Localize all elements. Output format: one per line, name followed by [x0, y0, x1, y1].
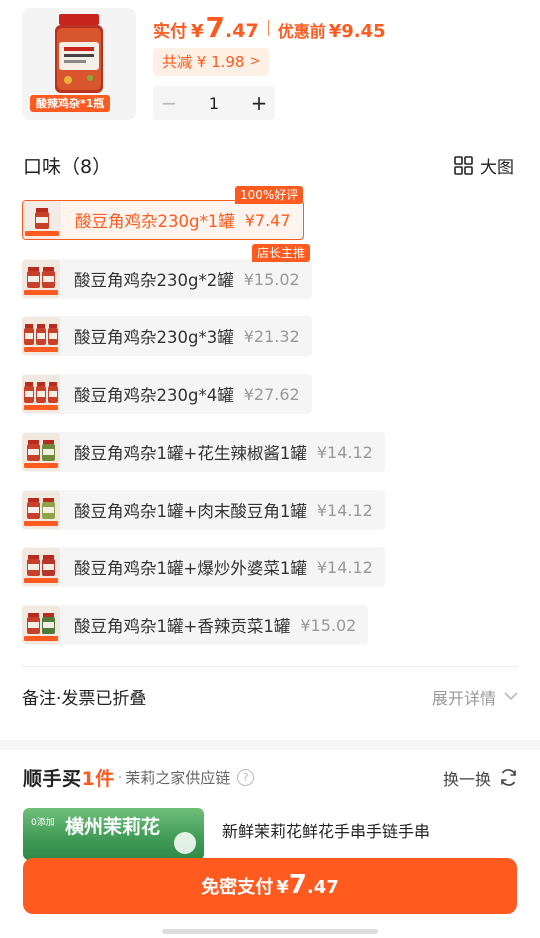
recommend-thumb-title: 横州茉莉花: [65, 816, 161, 838]
flavor-option-label: 酸豆角鸡杂230g*3罐: [74, 328, 234, 347]
product-summary: 酸辣鸡杂*1瓶 实付 ¥ 7 .47 优惠前 ¥9.45 共减 ¥ 1.98 >…: [0, 0, 540, 140]
recommend-thumb-sub: 0添加: [31, 818, 55, 828]
flavor-option-thumbnail: [22, 260, 60, 298]
jar-image-icon: [24, 498, 58, 526]
pay-button-currency: ¥: [276, 877, 289, 898]
flavor-option[interactable]: 酸豆角鸡杂230g*4罐 ¥27.62: [22, 374, 312, 414]
flavor-option-price: ¥14.12: [316, 500, 373, 520]
jar-image-icon: [24, 440, 58, 468]
flavor-option-price: ¥21.32: [243, 326, 300, 346]
pay-amount-int: 7: [205, 11, 226, 44]
flavor-option-price: ¥15.02: [243, 269, 300, 289]
pay-button-label: 免密支付: [201, 877, 274, 898]
flavor-option[interactable]: 酸豆角鸡杂230g*3罐 ¥21.32: [22, 316, 312, 356]
pay-button-amount-dec: .47: [306, 877, 339, 898]
jar-image-icon: [24, 555, 58, 583]
flavor-option-label: 酸豆角鸡杂1罐+花生辣椒酱1罐: [74, 444, 307, 463]
refresh-button[interactable]: 换一换: [443, 766, 518, 790]
pay-button-amount-int: 7: [288, 870, 307, 900]
flavor-option-badge: 店长主推: [252, 244, 311, 262]
flavor-option-label: 酸豆角鸡杂230g*2罐: [74, 271, 234, 290]
jar-image-icon: [24, 613, 58, 641]
help-icon[interactable]: ?: [237, 769, 255, 786]
flavor-option-thumbnail: [22, 491, 60, 529]
quantity-stepper: − 1 +: [153, 86, 275, 120]
pay-currency: ¥: [191, 21, 204, 42]
jar-image-icon: [24, 267, 58, 295]
recommend-header: 顺手买1件 · 茉莉之家供应链 ? 换一换: [23, 764, 518, 791]
divider: [22, 666, 518, 667]
price-divider: [267, 20, 269, 36]
flavor-option-price: ¥15.02: [300, 615, 357, 635]
price-row: 实付 ¥ 7 .47 优惠前 ¥9.45: [153, 11, 386, 44]
discount-text: 共减 ¥ 1.98: [162, 53, 245, 71]
flavor-option-price: ¥7.47: [244, 210, 291, 230]
expand-details-button[interactable]: 展开详情: [432, 685, 518, 709]
big-view-toggle[interactable]: 大图: [454, 153, 514, 178]
flavor-option[interactable]: 酸豆角鸡杂1罐+花生辣椒酱1罐 ¥14.12: [22, 432, 385, 472]
refresh-label: 换一换: [442, 769, 491, 789]
recommend-shop-name[interactable]: 茉莉之家供应链: [125, 767, 230, 788]
flavor-option-thumbnail: [22, 375, 60, 413]
decrease-quantity-button[interactable]: −: [153, 86, 185, 120]
pay-amount-dec: .47: [225, 20, 259, 42]
original-price-value: ¥9.45: [328, 21, 386, 42]
product-thumb-tag: 酸辣鸡杂*1瓶: [30, 95, 111, 112]
big-view-label: 大图: [480, 158, 514, 178]
grid-icon: [454, 156, 473, 175]
recommend-item-title[interactable]: 新鲜茉莉花鲜花手串手链手串: [222, 818, 430, 842]
flavor-section-title: 口味（8）: [23, 156, 112, 178]
flavor-option-price: ¥14.12: [316, 557, 373, 577]
flavor-option[interactable]: 酸豆角鸡杂230g*2罐 ¥15.02 店长主推: [22, 244, 312, 299]
flavor-option-price: ¥14.12: [316, 442, 373, 462]
flavor-option-label: 酸豆角鸡杂1罐+香辣贡菜1罐: [74, 617, 291, 636]
flavor-option-thumbnail: [22, 548, 60, 586]
flavor-option-label: 酸豆角鸡杂1罐+爆炒外婆菜1罐: [74, 559, 307, 578]
flavor-option-thumbnail: [22, 433, 60, 471]
flavor-option-label: 酸豆角鸡杂230g*4罐: [74, 386, 234, 405]
jar-image-icon: [25, 208, 59, 236]
original-price-label: 优惠前: [277, 22, 326, 41]
flavor-option[interactable]: 酸豆角鸡杂1罐+肉末酸豆角1罐 ¥14.12: [22, 490, 385, 530]
flower-icon: [174, 832, 196, 854]
recommend-brand-b: 1件: [81, 768, 115, 790]
flavor-option[interactable]: 酸豆角鸡杂1罐+香辣贡菜1罐 ¥15.02: [22, 605, 369, 645]
separator-dot: ·: [117, 769, 123, 786]
discount-detail-button[interactable]: 共减 ¥ 1.98 >: [153, 48, 270, 76]
product-thumbnail[interactable]: 酸辣鸡杂*1瓶: [22, 8, 136, 120]
flavor-option-label: 酸豆角鸡杂230g*1罐: [75, 212, 235, 231]
recommend-item-thumbnail[interactable]: 0添加 横州茉莉花: [23, 808, 204, 860]
refresh-icon: [501, 769, 516, 786]
flavor-option[interactable]: 酸豆角鸡杂230g*1罐 ¥7.47 100%好评: [22, 186, 304, 240]
recommend-brand: 顺手买1件: [23, 764, 115, 791]
quantity-value[interactable]: 1: [185, 94, 243, 113]
flavor-option-thumbnail: [22, 317, 60, 355]
home-indicator[interactable]: [162, 929, 378, 934]
chevron-down-icon: [504, 692, 518, 701]
password-free-pay-button[interactable]: 免密支付 ¥ 7 .47: [23, 858, 517, 914]
increase-quantity-button[interactable]: +: [243, 86, 275, 120]
flavor-option-price: ¥27.62: [243, 384, 300, 404]
recommend-brand-a: 顺手买: [23, 768, 82, 790]
expand-details-label: 展开详情: [431, 688, 496, 708]
jar-image-icon: [55, 14, 103, 93]
flavor-option-thumbnail: [22, 606, 60, 644]
jar-image-icon: [24, 324, 58, 352]
remark-row[interactable]: 备注·发票已折叠 展开详情: [22, 684, 518, 709]
section-separator: [0, 740, 540, 750]
flavor-option-label: 酸豆角鸡杂1罐+肉末酸豆角1罐: [74, 502, 307, 521]
pay-label: 实付: [153, 22, 187, 42]
remark-label: 备注·发票已折叠: [22, 689, 147, 709]
jar-image-icon: [24, 382, 58, 410]
flavor-option-thumbnail: [23, 201, 61, 239]
flavor-option-badge: 100%好评: [235, 186, 304, 204]
flavor-option[interactable]: 酸豆角鸡杂1罐+爆炒外婆菜1罐 ¥14.12: [22, 547, 385, 587]
chevron-right-icon: >: [249, 54, 261, 69]
